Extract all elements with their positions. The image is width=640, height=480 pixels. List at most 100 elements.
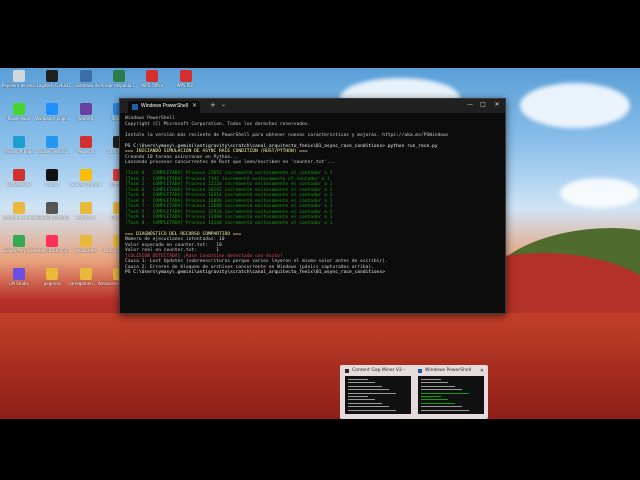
desktop-icon-label: WPS PDF <box>176 83 195 88</box>
close-button[interactable]: ✕ <box>491 101 503 108</box>
desktop-icon-label: Logitech G HUB <box>36 83 68 88</box>
desktop-icon[interactable]: Razer Axon <box>2 103 36 121</box>
sky-cloud <box>560 178 640 208</box>
preview-title: Windows PowerShell <box>425 368 472 373</box>
tab-windows-powershell[interactable]: Windows PowerShell ✕ <box>128 101 200 113</box>
desktop-icon[interactable]: IntelliJ IDEA 2025.1 <box>35 235 69 253</box>
tab-close-icon[interactable]: ✕ <box>192 102 197 109</box>
minimize-button[interactable]: — <box>464 101 476 108</box>
desktop-icon[interactable]: Microsoft Edge <box>2 136 36 154</box>
desktop-icon[interactable]: Google Chrome <box>69 169 103 187</box>
app-icon <box>79 103 92 115</box>
preview-line <box>348 406 389 408</box>
app-icon <box>13 169 25 181</box>
desktop-icon[interactable]: Wallpaper Engine <box>35 103 69 121</box>
desktop-icon[interactable]: pegenas <box>35 268 69 286</box>
preview-line <box>348 385 382 387</box>
preview-line <box>421 396 441 397</box>
app-icon <box>345 369 349 373</box>
app-icon <box>13 268 25 280</box>
preview-windows-powershell[interactable]: Windows PowerShell ✕ <box>416 367 486 417</box>
desktop-icon[interactable]: Cursor <box>35 169 69 187</box>
preview-line <box>348 399 375 401</box>
desktop-icon-label: IntelliJ IDEA 2025.1 <box>35 248 70 253</box>
app-icon <box>46 136 59 148</box>
desktop-icon[interactable]: Pegasus <box>69 136 103 154</box>
desktop-icon-label: Papelera de reciclaje <box>2 83 36 88</box>
app-icon <box>79 235 92 247</box>
app-icon <box>46 169 59 181</box>
terminal-output[interactable]: Windows PowerShell Copyright (C) Microsof… <box>120 113 505 311</box>
preview-content-gap-miner[interactable]: Content Gap Miner V2 - <box>343 367 413 417</box>
preview-line <box>348 409 396 411</box>
app-icon <box>79 169 92 181</box>
desktop-icon[interactable]: LM Studio <box>2 268 36 286</box>
desktop-icon-label: pegenas <box>43 281 61 286</box>
desktop-icon-label: WinRAR <box>77 116 94 121</box>
desktop-icon[interactable]: WPS PDF <box>169 70 203 88</box>
terminal-line: PS C:\Users\ymasy\.gemini\antigravity\sc… <box>125 270 385 275</box>
preview-line <box>348 396 368 397</box>
new-tab-button[interactable]: + <box>210 101 216 109</box>
desktop-icon[interactable]: HubBlob Configurad... <box>35 202 69 220</box>
app-icon <box>146 70 159 82</box>
powershell-window[interactable]: Windows PowerShell ✕ + ⌄ — □ ✕ Windows P… <box>119 98 506 314</box>
app-icon <box>79 136 92 148</box>
preview-thumbnail <box>418 376 484 414</box>
desktop-icon-label: Bitdefender <box>7 182 31 187</box>
desktop-icon-label: Pegasus <box>77 149 94 154</box>
desktop-icon-label: Microsoft Edge <box>4 149 34 154</box>
preview-line <box>348 389 389 391</box>
desktop-icon-label: Google Chrome <box>70 182 102 187</box>
preview-line <box>421 402 455 404</box>
desktop-icon[interactable]: Google Play Games <box>2 235 36 253</box>
desktop-icon[interactable]: Logitech G HUB <box>35 70 69 88</box>
desktop-icon[interactable]: escritorio <box>69 202 103 220</box>
desktop-icon-label: escritorio <box>76 215 95 220</box>
desktop-icon-label: carregamen... Acceso directo <box>68 281 103 286</box>
desktop-icon[interactable]: Crear respaldo Carpetas <box>102 70 136 88</box>
desktop-icon[interactable]: WinRAR <box>69 103 103 121</box>
desktop-icon[interactable]: musica de <box>69 235 103 253</box>
preview-thumbnail <box>345 376 411 414</box>
maximize-button[interactable]: □ <box>477 101 489 108</box>
desktop-icon-label: Crear respaldo Carpetas <box>101 83 136 88</box>
terminal-tab-bar: Windows PowerShell ✕ + ⌄ — □ ✕ <box>120 99 505 113</box>
app-icon <box>79 268 92 280</box>
desktop-icon[interactable]: C - Sistemas de las Caminantes <box>69 70 103 88</box>
preview-line <box>348 382 375 384</box>
terminal-line: Instale la versión más reciente de Power… <box>125 132 449 138</box>
desktop-icon-label: Cursor <box>45 182 59 187</box>
preview-line <box>421 389 462 391</box>
desktop-icon-label: LM Studio <box>9 281 29 286</box>
desktop-icon-label: HubBlob Configurad... <box>35 215 69 220</box>
desktop-icon[interactable]: Bitdefender <box>2 169 36 187</box>
preview-line <box>421 409 469 411</box>
preview-line <box>348 402 382 404</box>
desktop-icon-label: Google Play Games <box>2 248 36 253</box>
chevron-down-icon[interactable]: ⌄ <box>221 101 226 108</box>
close-icon[interactable]: ✕ <box>480 368 484 374</box>
desktop-icon[interactable]: Docker Desktop <box>35 136 69 154</box>
app-icon <box>13 235 25 247</box>
sky-cloud <box>520 83 630 128</box>
preview-line <box>348 379 368 380</box>
preview-line <box>421 399 448 401</box>
app-icon <box>79 70 92 82</box>
preview-line <box>421 406 462 408</box>
app-icon <box>179 70 192 82</box>
desktop-icon[interactable]: carregamen... Acceso directo <box>69 268 103 286</box>
desktop-icon-label: musica de <box>75 248 96 253</box>
app-icon <box>13 136 25 148</box>
desktop-icon-label: Wallpaper Engine <box>35 116 70 121</box>
app-icon <box>46 202 59 214</box>
app-icon <box>13 70 25 82</box>
taskbar-preview: Content Gap Miner V2 - Windows PowerShel… <box>340 365 488 419</box>
red-ground <box>0 313 640 419</box>
tab-title: Windows PowerShell <box>141 103 188 109</box>
preview-line <box>421 382 448 384</box>
app-icon <box>46 268 59 280</box>
desktop-icon[interactable]: carpeta de redes escritorio <box>2 202 36 220</box>
desktop-icon[interactable]: WPS Office <box>135 70 169 88</box>
desktop-icon[interactable]: Papelera de reciclaje <box>2 70 36 88</box>
